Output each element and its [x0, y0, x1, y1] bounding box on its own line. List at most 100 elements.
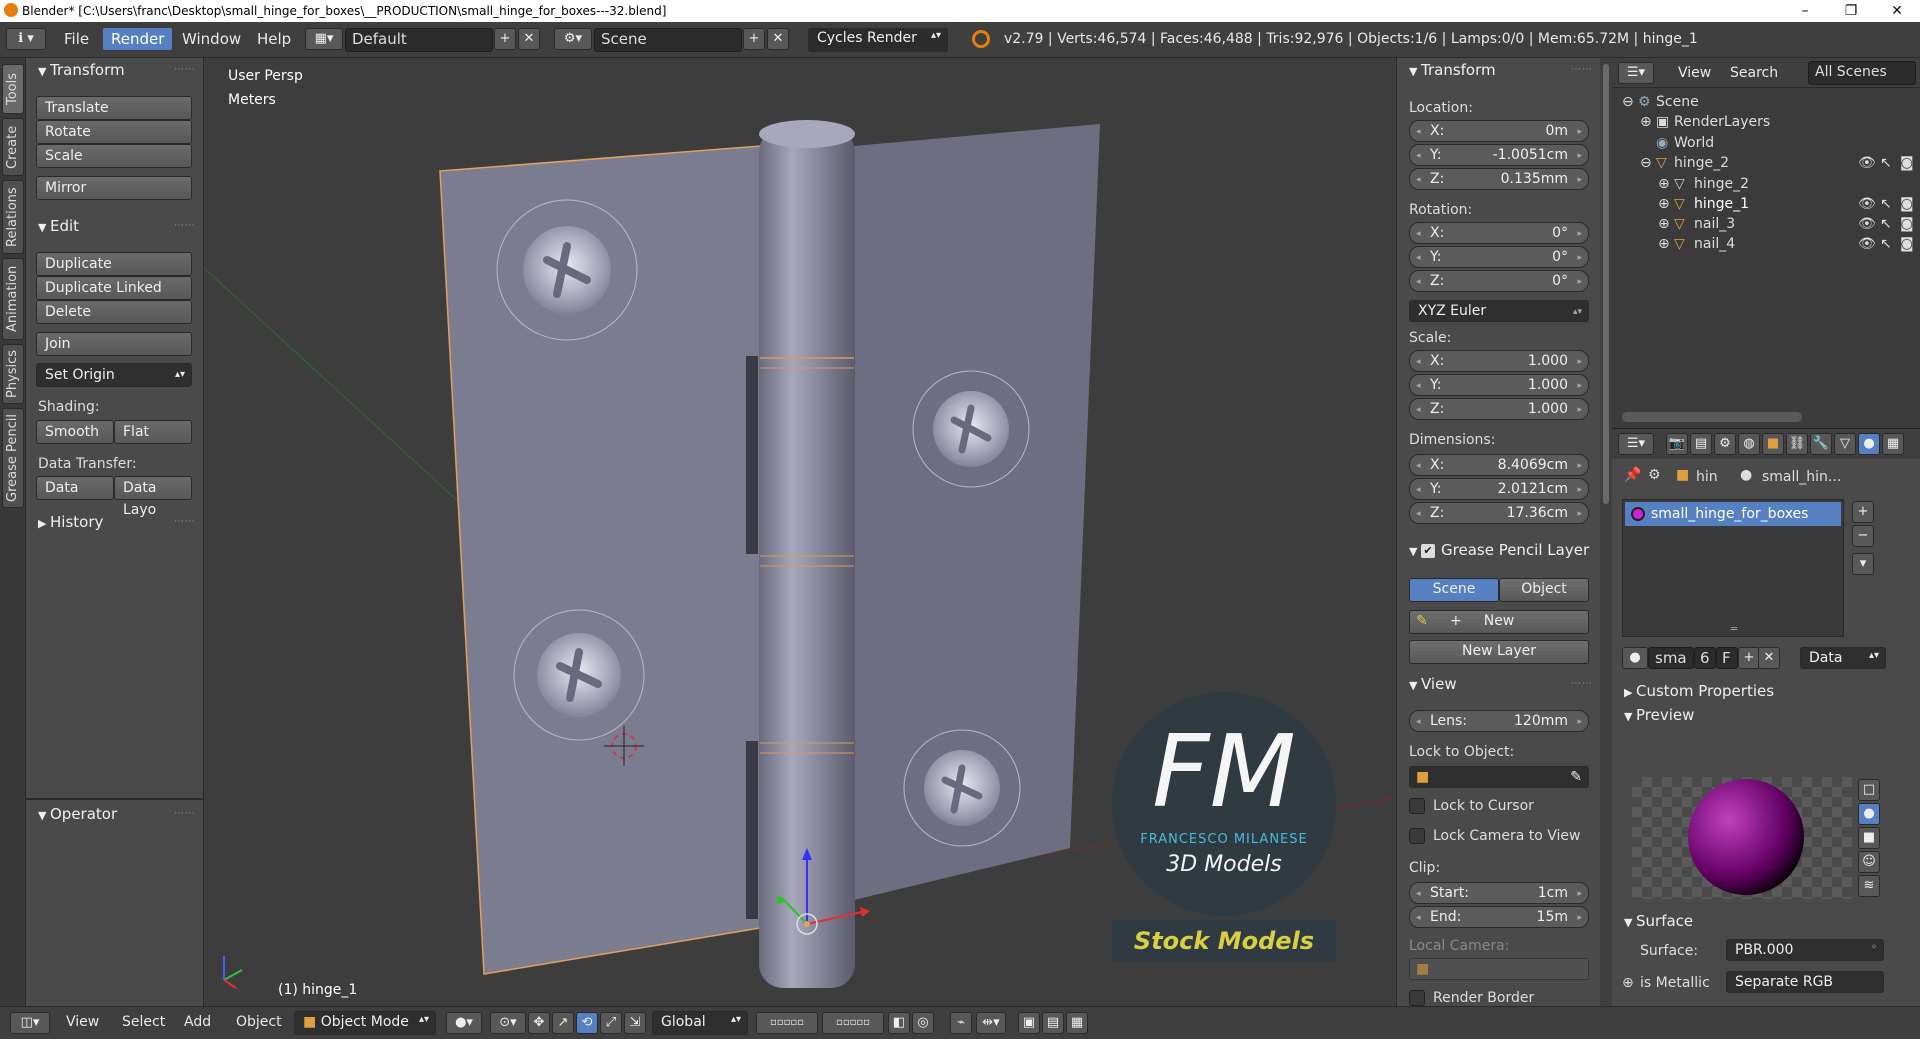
- combined-manipulator-icon[interactable]: ⇲: [624, 1012, 646, 1034]
- scale-button[interactable]: Scale: [36, 144, 192, 168]
- 3d-viewport[interactable]: User Persp Meters (1) hinge_1 FM FRANCES…: [204, 58, 1396, 1006]
- scale-y-field[interactable]: ◂ Y: 1.000 ▸: [1409, 374, 1589, 396]
- delete-button[interactable]: Delete: [36, 300, 192, 324]
- duplicate-button[interactable]: Duplicate: [36, 252, 192, 276]
- tab-tools[interactable]: Tools: [2, 64, 24, 114]
- delete-layout-icon[interactable]: ✕: [518, 28, 540, 50]
- visibility-eye-icon[interactable]: 👁: [1858, 236, 1876, 252]
- clip-start-field[interactable]: ◂ Start: 1cm ▸: [1409, 882, 1589, 904]
- is-metallic-input[interactable]: Separate RGB: [1726, 971, 1884, 993]
- transform-panel-header[interactable]: ▼ Transform ⋯⋯: [26, 58, 204, 82]
- maximize-button[interactable]: ❐: [1828, 0, 1874, 22]
- expand-icon[interactable]: ⊕: [1658, 176, 1670, 192]
- material-link-select[interactable]: Data ▴▾: [1800, 647, 1886, 669]
- translate-button[interactable]: Translate: [36, 96, 192, 120]
- tab-animation[interactable]: Animation: [2, 258, 24, 340]
- render-layers-tab-icon[interactable]: ▤: [1690, 433, 1712, 455]
- grease-pencil-checkbox[interactable]: ✔: [1421, 543, 1435, 558]
- location-x-field[interactable]: ◂ X: 0m ▸: [1409, 120, 1589, 142]
- mirror-button[interactable]: Mirror: [36, 176, 192, 200]
- expand-icon[interactable]: ⊕: [1658, 196, 1670, 212]
- material-slot-item[interactable]: small_hinge_for_boxes: [1625, 502, 1841, 526]
- dimensions-y-field[interactable]: ◂ Y: 2.0121cm ▸: [1409, 478, 1589, 500]
- outliner-search-menu[interactable]: Search: [1730, 65, 1778, 81]
- gp-new-layer-button[interactable]: New Layer: [1409, 640, 1589, 664]
- outliner-editor-icon[interactable]: ☰▾: [1618, 62, 1654, 84]
- gp-scene-button[interactable]: Scene: [1409, 578, 1499, 602]
- proportional-edit-icon[interactable]: ◎: [912, 1012, 934, 1034]
- fake-user-toggle[interactable]: F: [1716, 647, 1738, 669]
- tab-grease-pencil[interactable]: Grease Pencil: [2, 408, 24, 508]
- scene-field[interactable]: Scene: [594, 28, 742, 52]
- object-tab-icon[interactable]: ■: [1762, 433, 1784, 455]
- expand-icon[interactable]: ⊕: [1658, 236, 1670, 252]
- lock-camera-checkbox[interactable]: [1409, 828, 1425, 844]
- surface-shader-select[interactable]: PBR.000 ◦: [1726, 939, 1884, 961]
- scale-z-field[interactable]: ◂ Z: 1.000 ▸: [1409, 398, 1589, 420]
- material-tab-icon[interactable]: ●: [1858, 433, 1880, 455]
- screen-layout-field[interactable]: Default: [345, 28, 493, 52]
- render-camera-icon[interactable]: ◙: [1900, 216, 1914, 232]
- smooth-button[interactable]: Smooth: [36, 420, 114, 444]
- grip-icon[interactable]: ⋯⋯: [174, 58, 196, 82]
- expand-icon[interactable]: ⊖: [1622, 94, 1634, 110]
- outliner-nail-3[interactable]: nail_3: [1694, 216, 1735, 232]
- scene-layers-grid-2[interactable]: ▫▫▫▫▫: [822, 1012, 884, 1034]
- lens-field[interactable]: ◂ Lens: 120mm ▸: [1409, 710, 1589, 732]
- gp-new-button[interactable]: ✎ + New: [1409, 610, 1589, 634]
- add-slot-icon[interactable]: +: [1852, 501, 1874, 523]
- rotation-mode-select[interactable]: XYZ Euler ▴▾: [1409, 300, 1589, 322]
- preview-monkey-icon[interactable]: ☺: [1858, 851, 1880, 873]
- outliner-view-menu[interactable]: View: [1678, 65, 1711, 81]
- material-slot-list[interactable]: small_hinge_for_boxes ═: [1622, 499, 1844, 637]
- outliner[interactable]: ☰▾ View Search All Scenes ⊖ ⚙ Scene ⊕ ▣ …: [1612, 58, 1920, 428]
- duplicate-linked-button[interactable]: Duplicate Linked: [36, 276, 192, 300]
- menu-render[interactable]: Render: [103, 28, 173, 50]
- rotation-z-field[interactable]: ◂ Z: 0° ▸: [1409, 270, 1589, 292]
- outliner-hinge-2-mesh[interactable]: hinge_2: [1694, 176, 1749, 192]
- menu-help[interactable]: Help: [257, 30, 291, 48]
- preview-sphere-icon[interactable]: ●: [1858, 803, 1880, 825]
- edit-panel-header[interactable]: ▼ Edit ⋯⋯: [26, 214, 204, 238]
- npanel-scrollbar[interactable]: [1600, 58, 1612, 1006]
- list-resize-handle[interactable]: ═: [1731, 624, 1737, 635]
- modifiers-tab-icon[interactable]: 🔧: [1810, 433, 1832, 455]
- surface-header[interactable]: ▼ Surface: [1612, 909, 1920, 933]
- interaction-mode-select[interactable]: ■ Object Mode ▴▾: [294, 1011, 436, 1035]
- viewport-shading-icon[interactable]: ●▾: [446, 1012, 482, 1034]
- preview-hair-icon[interactable]: ≋: [1858, 875, 1880, 897]
- opengl-render-animation-icon[interactable]: ▤: [1042, 1012, 1064, 1034]
- minimize-button[interactable]: –: [1782, 0, 1828, 22]
- select-arrow-icon[interactable]: ↖: [1880, 196, 1892, 212]
- snap-element-icon[interactable]: ⇹▾: [976, 1012, 1006, 1034]
- preview-header[interactable]: ▼ Preview: [1612, 703, 1920, 727]
- menu-object[interactable]: Object: [236, 1014, 282, 1030]
- grease-pencil-header[interactable]: ▼ ✔ Grease Pencil Layer: [1397, 538, 1601, 562]
- grip-icon[interactable]: ⋯⋯: [174, 510, 196, 534]
- dimensions-z-field[interactable]: ◂ Z: 17.36cm ▸: [1409, 502, 1589, 524]
- outliner-nail-4[interactable]: nail_4: [1694, 236, 1735, 252]
- tab-create[interactable]: Create: [2, 118, 24, 176]
- outliner-scene[interactable]: Scene: [1656, 94, 1699, 110]
- remove-slot-icon[interactable]: −: [1852, 525, 1874, 547]
- location-y-field[interactable]: ◂ Y: -1.0051cm ▸: [1409, 144, 1589, 166]
- manipulator-toggle-icon[interactable]: ✥: [528, 1012, 550, 1034]
- pivot-point-icon[interactable]: ⊙▾: [490, 1012, 526, 1034]
- gp-object-button[interactable]: Object: [1499, 578, 1589, 602]
- select-arrow-icon[interactable]: ↖: [1880, 236, 1892, 252]
- n-transform-header[interactable]: ▼ Transform ⋯⋯: [1397, 58, 1601, 82]
- render-camera-icon[interactable]: ◙: [1900, 196, 1914, 212]
- translate-manipulator-icon[interactable]: ↗: [552, 1012, 574, 1034]
- add-scene-icon[interactable]: +: [743, 28, 765, 50]
- eyedropper-icon[interactable]: ✎: [1570, 767, 1582, 787]
- editor-type-3dview-icon[interactable]: ◫▾: [10, 1012, 50, 1034]
- material-users-count[interactable]: 6: [1694, 647, 1716, 669]
- new-material-icon[interactable]: +: [1738, 647, 1760, 669]
- is-metallic-expand-icon[interactable]: ⊕: [1622, 975, 1634, 991]
- screen-layout-icon[interactable]: ▦▾: [305, 28, 343, 50]
- operator-panel-header[interactable]: ▼ Operator ⋯⋯: [26, 802, 204, 826]
- tab-physics[interactable]: Physics: [2, 344, 24, 404]
- scale-x-field[interactable]: ◂ X: 1.000 ▸: [1409, 350, 1589, 372]
- scene-tab-icon[interactable]: ⚙: [1714, 433, 1736, 455]
- unlink-material-icon[interactable]: ✕: [1758, 647, 1780, 669]
